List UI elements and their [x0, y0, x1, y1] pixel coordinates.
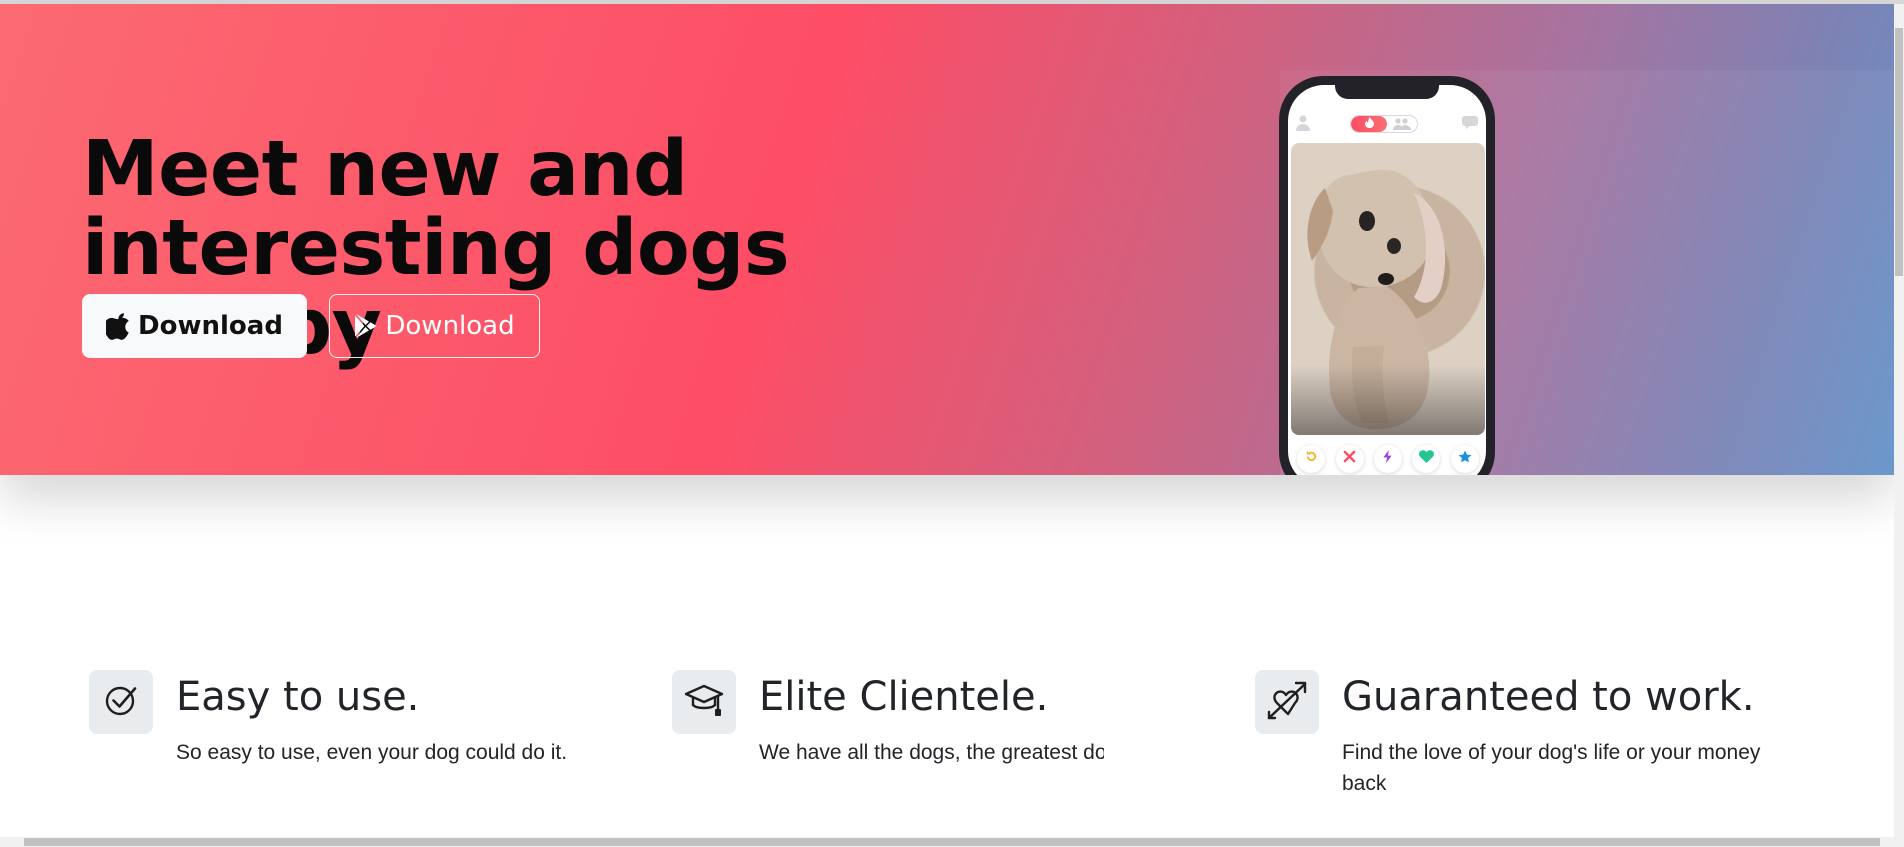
google-play-download-button[interactable]: Download — [329, 294, 540, 358]
swipe-actions — [1292, 445, 1484, 473]
x-icon — [1343, 450, 1356, 468]
dog-photo[interactable] — [1291, 143, 1485, 435]
google-play-icon — [354, 314, 377, 338]
app-top-bar — [1288, 113, 1486, 137]
vertical-scrollbar[interactable] — [1894, 4, 1904, 840]
feature-title: Guaranteed to work. — [1342, 674, 1755, 720]
vertical-scroll-thumb[interactable] — [1895, 28, 1903, 276]
rewind-button[interactable] — [1297, 445, 1326, 473]
phone-screen — [1288, 85, 1486, 475]
rewind-icon — [1305, 450, 1318, 468]
nope-button[interactable] — [1335, 445, 1364, 473]
app-store-button-label: Download — [138, 311, 283, 341]
heart-arrow-icon — [1266, 680, 1308, 725]
feature-description: Find the love of your dog's life or your… — [1342, 741, 1761, 795]
feature-icon-box — [89, 670, 153, 734]
feature-icon-box — [1255, 670, 1319, 734]
chat-icon[interactable] — [1462, 115, 1478, 134]
feature-description: We have all the dogs, the greatest dogs. — [759, 741, 1104, 764]
user-icon[interactable] — [1296, 115, 1310, 136]
apple-icon — [106, 312, 129, 340]
app-store-download-button[interactable]: Download — [82, 294, 307, 358]
browser-viewport: Meet new and interesting dogs nearby Dow… — [0, 0, 1904, 847]
star-icon — [1458, 450, 1472, 469]
graduation-cap-icon — [684, 682, 724, 723]
group-icon — [1393, 117, 1411, 132]
flame-toggle[interactable] — [1350, 115, 1418, 133]
horizontal-scrollbar[interactable] — [0, 837, 1904, 847]
boost-button[interactable] — [1373, 445, 1402, 473]
horizontal-scroll-thumb[interactable] — [24, 838, 1880, 846]
flame-icon — [1364, 116, 1374, 132]
heart-icon — [1418, 450, 1434, 468]
feature-title: Elite Clientele. — [759, 674, 1049, 720]
phone-notch — [1335, 85, 1439, 99]
check-circle-icon — [104, 683, 138, 722]
google-play-button-label: Download — [385, 311, 515, 341]
feature-icon-box — [672, 670, 736, 734]
feature-title: Easy to use. — [176, 674, 420, 720]
like-button[interactable] — [1412, 445, 1441, 473]
super-like-button[interactable] — [1450, 445, 1479, 473]
phone-mockup — [1279, 76, 1495, 475]
hero-section: Meet new and interesting dogs nearby Dow… — [0, 4, 1894, 475]
boost-icon — [1382, 450, 1393, 468]
feature-description: So easy to use, even your dog could do i… — [176, 741, 568, 764]
